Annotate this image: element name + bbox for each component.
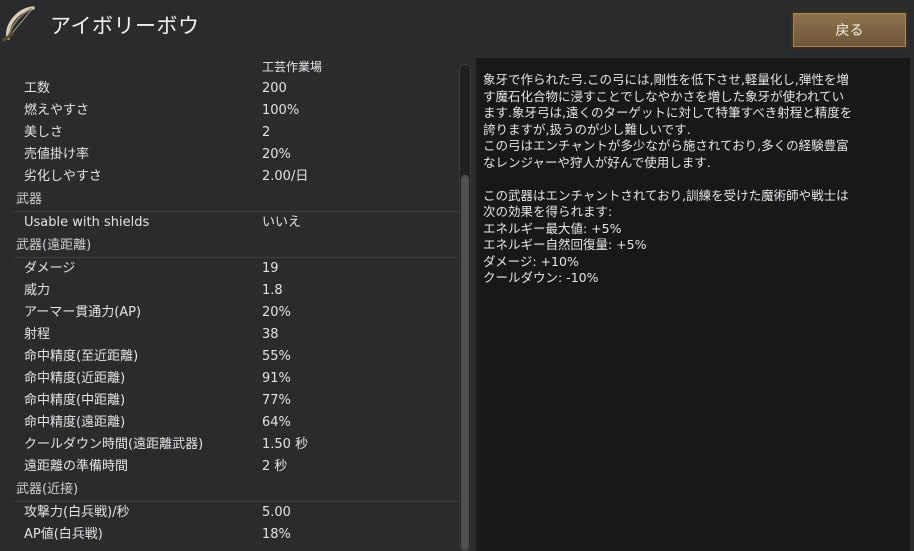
bow-icon	[2, 6, 35, 42]
stat-label: 売値掛け率	[24, 147, 90, 162]
stat-row[interactable]: クールダウン時間(遠距離武器) 1.50 秒	[14, 434, 458, 456]
stat-value: 2 秒	[262, 459, 288, 474]
stat-value: 2	[262, 125, 271, 140]
stat-row[interactable]: 命中精度(中距離) 77%	[14, 390, 458, 412]
stats-scrollbar[interactable]	[459, 64, 471, 551]
stat-row[interactable]: AP値(白兵戦) 18%	[14, 524, 458, 546]
stat-label: ダメージ	[24, 261, 76, 276]
stat-row[interactable]: 美しさ 2	[14, 122, 458, 144]
stat-row[interactable]: 命中精度(遠距離) 64%	[14, 412, 458, 434]
stat-row[interactable]: Usable with shields いいえ	[14, 212, 458, 234]
stat-value: 38	[262, 327, 279, 342]
stat-category: 武器(遠距離)	[14, 234, 458, 258]
stat-label: 攻撃力(白兵戦)/秒	[24, 505, 130, 520]
stat-label: 燃えやすさ	[24, 103, 90, 118]
stat-label: 劣化しやすさ	[24, 169, 102, 184]
stat-value: 100%	[262, 103, 300, 118]
stat-value: いいえ	[262, 215, 302, 230]
stat-row[interactable]: アーマー貫通力(AP) 20%	[14, 302, 458, 324]
stat-row[interactable]: 燃えやすさ 100%	[14, 100, 458, 122]
stat-label: 美しさ	[24, 125, 64, 140]
description-line: この武器はエンチャントされており,訓練を受けた魔術師や戦士は	[483, 187, 849, 203]
stat-row[interactable]: 命中精度(近距離) 91%	[14, 368, 458, 390]
stat-column-header: 工芸作業場	[262, 60, 323, 74]
stat-label: 命中精度(中距離)	[24, 393, 126, 408]
stat-value: 77%	[262, 393, 291, 408]
description-line: クールダウン: -10%	[483, 270, 599, 285]
description-panel: 象牙で作られた弓.この弓には,剛性を低下させ,軽量化し,弾性を増 す魔石化合物に浸…	[476, 58, 910, 551]
stat-category: 武器(近接)	[14, 478, 458, 502]
stat-label: 射程	[24, 327, 51, 342]
stat-row[interactable]: 工数 200	[14, 78, 458, 100]
stat-row[interactable]: 威力 1.8	[14, 280, 458, 302]
description-line: ダメージ: +10%	[483, 253, 579, 269]
stat-label: 命中精度(至近距離)	[24, 349, 139, 364]
description-line: この弓はエンチャントが多少ながら施されており,多くの経験豊富	[483, 138, 849, 153]
description-line: ます.象牙弓は,遠くのターゲットに対して特筆すべき射程と精度を	[483, 105, 853, 120]
stat-label: 遠距離の準備時間	[24, 459, 129, 474]
stat-value: 55%	[262, 349, 291, 364]
description-line: 次の効果を得られます:	[483, 204, 613, 219]
back-button[interactable]: 戻る	[791, 11, 908, 49]
stat-label: アーマー貫通力(AP)	[24, 305, 142, 320]
stat-row[interactable]: 遠距離の準備時間 2 秒	[14, 456, 458, 478]
header: アイボリーボウ 戻る	[0, 0, 914, 52]
stats-panel: 工芸作業場 工数 200 燃えやすさ 100% 美しさ 2 売値掛け率 20% 劣化しやすさ 2.…	[14, 58, 458, 551]
stat-row[interactable]: 売値掛け率 20%	[14, 144, 458, 166]
stat-value: 18%	[262, 527, 291, 542]
description-text: 象牙で作られた弓.この弓には,剛性を低下させ,軽量化し,弾性を増 す魔石化合物に浸…	[483, 72, 903, 287]
description-line: エネルギー最大値: +5%	[483, 220, 622, 236]
stat-label: 命中精度(遠距離)	[24, 415, 126, 430]
stat-row[interactable]: 劣化しやすさ 2.00/日	[14, 166, 458, 188]
page-title: アイボリーボウ	[50, 14, 200, 38]
description-line: 象牙で作られた弓.この弓には,剛性を低下させ,軽量化し,弾性を増	[483, 72, 849, 87]
scrollbar-thumb[interactable]	[461, 175, 469, 550]
stat-category-label: 武器(近接)	[16, 482, 79, 497]
stat-label: 工数	[24, 81, 51, 96]
description-line	[483, 171, 903, 188]
stat-value: 200	[262, 81, 287, 96]
description-line: エネルギー自然回復量: +5%	[483, 237, 647, 252]
description-line: 誇りますが,扱うのが少し難しいです.	[483, 121, 691, 137]
stat-value: 91%	[262, 371, 291, 386]
stat-category-label: 武器	[16, 192, 43, 207]
stat-label: 威力	[24, 283, 51, 298]
stat-row[interactable]: 攻撃力(白兵戦)/秒 5.00	[14, 502, 458, 524]
stats-list: 工数 200 燃えやすさ 100% 美しさ 2 売値掛け率 20% 劣化しやすさ 2.00/日武器…	[14, 78, 458, 546]
stat-value: 1.50 秒	[262, 437, 309, 452]
stat-label: AP値(白兵戦)	[24, 527, 103, 542]
stat-label: Usable with shields	[24, 215, 150, 230]
stat-category-label: 武器(遠距離)	[16, 238, 92, 253]
description-line: なレンジャーや狩人が好んで使用します.	[483, 154, 711, 170]
stat-label: クールダウン時間(遠距離武器)	[24, 437, 204, 452]
stat-value: 5.00	[262, 505, 291, 520]
stat-row[interactable]: ダメージ 19	[14, 258, 458, 280]
stat-category: 武器	[14, 188, 458, 212]
stat-label: 命中精度(近距離)	[24, 371, 126, 386]
stat-row[interactable]: 命中精度(至近距離) 55%	[14, 346, 458, 368]
stat-value: 20%	[262, 147, 291, 162]
stat-value: 20%	[262, 305, 291, 320]
stat-value: 64%	[262, 415, 291, 430]
stat-value: 1.8	[262, 283, 283, 298]
description-line: す魔石化合物に浸すことでしなやかさを増した象牙が使われてい	[483, 88, 845, 104]
stat-value: 19	[262, 261, 279, 276]
stat-value: 2.00/日	[262, 169, 309, 184]
stat-row[interactable]: 射程 38	[14, 324, 458, 346]
